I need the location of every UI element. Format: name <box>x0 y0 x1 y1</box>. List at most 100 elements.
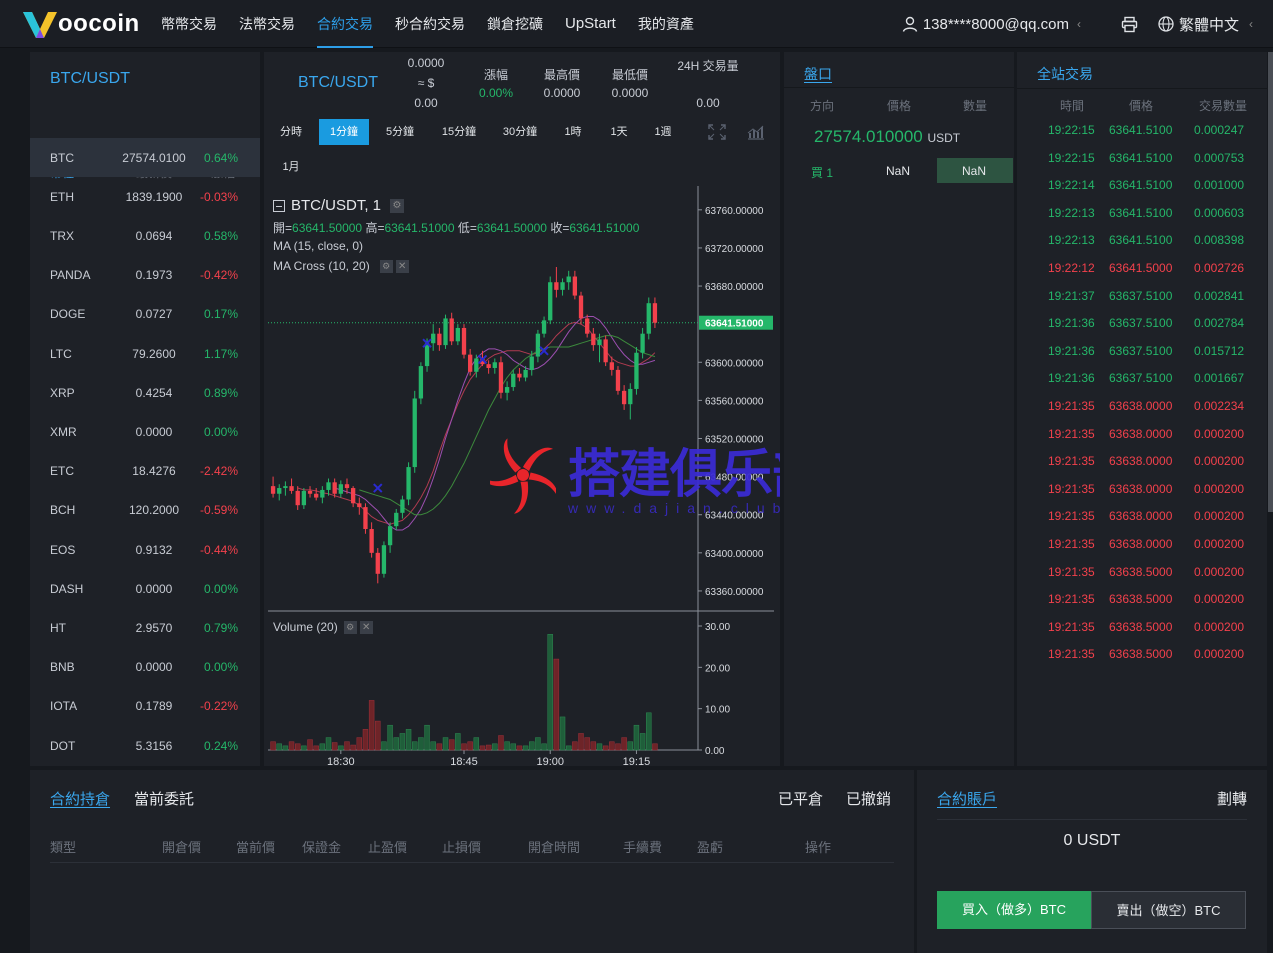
volume-bar <box>492 743 498 751</box>
globe-icon[interactable] <box>1158 16 1174 32</box>
chevron-left-icon[interactable]: ‹ <box>1249 17 1253 31</box>
nav-item[interactable]: 法幣交易 <box>228 0 306 48</box>
market-row[interactable]: IOTA 0.1789 -0.22% <box>30 687 260 726</box>
market-price: 0.1973 <box>135 268 173 283</box>
volume-tick-label: 20.00 <box>705 663 730 674</box>
orderbook-row[interactable]: 買 1 NaN NaN <box>784 158 1014 183</box>
market-price: 0.0000 <box>135 660 173 675</box>
market-row[interactable]: DOGE 0.0727 0.17% <box>30 295 260 334</box>
account-balance: 0 USDT <box>1063 832 1121 849</box>
trade-qty: 0.000603 <box>1194 205 1245 220</box>
market-row[interactable]: BTC 27574.0100 0.64% <box>30 138 260 177</box>
timeframe-button[interactable]: 分時 <box>276 119 306 145</box>
user-email[interactable]: 138****8000@qq.com <box>923 16 1069 33</box>
top-navbar: oocoin 幣幣交易 法幣交易 合約交易 秒合約交易 鎖倉挖礦 UpStart 我的資產 … <box>0 0 1273 48</box>
ticker-price-usdt: 0.0000 <box>407 56 445 70</box>
gear-icon[interactable]: ⚙ <box>379 259 393 273</box>
nav-item[interactable]: 幣幣交易 <box>150 0 228 48</box>
tab-cancelled[interactable]: 已撤銷 <box>846 788 891 809</box>
volume-bar <box>504 741 510 751</box>
candle <box>289 486 294 491</box>
trades-header-price: 價格 <box>1129 99 1154 113</box>
brand-logo[interactable]: oocoin <box>20 6 140 42</box>
timeframe-button[interactable]: 1分鐘 <box>319 119 369 145</box>
market-row[interactable]: ETH 1839.1900 -0.03% <box>30 177 260 216</box>
market-row[interactable]: TRX 0.0694 0.58% <box>30 216 260 255</box>
timeframe-button[interactable]: 1月 <box>276 154 306 180</box>
tab-current-orders[interactable]: 當前委託 <box>134 788 194 809</box>
close-icon[interactable]: ✕ <box>395 259 409 273</box>
ticker-volume: 0.00 <box>696 96 720 110</box>
candle <box>387 526 393 546</box>
candle <box>523 369 528 378</box>
timeframe-button[interactable]: 1天 <box>604 119 634 145</box>
nav-item[interactable]: 秒合約交易 <box>384 0 476 48</box>
tab-positions[interactable]: 合約持倉 <box>50 788 110 809</box>
candle <box>504 387 510 393</box>
market-row[interactable]: ETC 18.4276 -2.42% <box>30 452 260 491</box>
market-row[interactable]: DASH 0.0000 0.00% <box>30 569 260 608</box>
positions-column-header: 開倉價 <box>162 840 202 855</box>
nav-item[interactable]: 合約交易 <box>306 0 384 48</box>
positions-column-header: 止損價 <box>442 840 482 855</box>
sell-short-button[interactable]: 賣出（做空）BTC <box>1091 891 1246 929</box>
gear-icon[interactable]: ⚙ <box>390 198 405 213</box>
trade-qty: 0.002234 <box>1194 399 1245 413</box>
fullscreen-icon[interactable] <box>707 123 727 141</box>
volume-bar <box>436 743 443 751</box>
chevron-left-icon[interactable]: ‹ <box>1077 17 1081 31</box>
market-row[interactable]: PANDA 0.1973 -0.42% <box>30 256 260 295</box>
volume-bar <box>276 743 282 751</box>
market-row[interactable]: HT 2.9570 0.79% <box>30 608 260 647</box>
x-tick-label: 18:45 <box>450 756 478 766</box>
logo-v-icon <box>23 12 57 38</box>
trade-qty: 0.000200 <box>1194 426 1245 441</box>
market-row[interactable]: LTC 79.2600 1.17% <box>30 334 260 373</box>
timeframe-button[interactable]: 15分鐘 <box>434 119 484 145</box>
market-pair: BNB <box>50 660 75 675</box>
market-row[interactable]: BNB 0.0000 0.00% <box>30 648 260 687</box>
trade-row: 19:21:35 63638.0000 0.000200 <box>1017 448 1267 475</box>
market-price: 0.1789 <box>135 699 173 714</box>
candlestick-chart[interactable]: 63760.00000 63720.00000 63680.00000 63600.0… <box>268 186 778 766</box>
nav-item[interactable]: 我的資產 <box>627 0 705 48</box>
nav-item[interactable]: UpStart <box>554 0 627 48</box>
timeframe-button[interactable]: 1週 <box>648 119 678 145</box>
market-row[interactable]: XRP 0.4254 0.89% <box>30 373 260 412</box>
timeframe-button[interactable]: 30分鐘 <box>496 119 544 145</box>
page-scrollbar[interactable] <box>1268 52 1273 512</box>
orderbook-panel: 盤口 方向 價格 數量 27574.010000 USDT 買 1 NaN Na… <box>784 52 1014 766</box>
timeframe-button[interactable]: 1時 <box>558 119 588 145</box>
tab-closed[interactable]: 已平倉 <box>778 788 823 809</box>
volume-bar <box>602 745 609 751</box>
market-pair: DOT <box>50 738 76 753</box>
nav-item[interactable]: 鎖倉挖礦 <box>476 0 554 48</box>
study-ma-cross-label: MA Cross (10, 20) <box>273 259 370 273</box>
market-row[interactable]: DOT 5.3156 0.24% <box>30 726 260 765</box>
language-selector[interactable]: 繁體中文 <box>1179 14 1239 35</box>
ob-header-side: 方向 <box>810 99 835 113</box>
low-label: 低= <box>457 221 477 235</box>
ob-header-price: 價格 <box>887 99 912 113</box>
gear-icon[interactable]: ⚙ <box>343 620 357 634</box>
candle <box>350 488 356 504</box>
orderbook-title[interactable]: 盤口 <box>804 64 832 84</box>
volume-bar <box>609 741 615 751</box>
transfer-link[interactable]: 劃轉 <box>1217 788 1247 809</box>
market-price: 79.2600 <box>132 346 176 361</box>
close-icon[interactable]: ✕ <box>359 620 373 634</box>
candle <box>412 398 417 468</box>
volume-bar <box>553 658 560 751</box>
trade-qty: 0.000200 <box>1194 647 1245 662</box>
account-title[interactable]: 合約賬戶 <box>937 788 997 809</box>
market-row[interactable]: XMR 0.0000 0.00% <box>30 412 260 451</box>
buy-long-button[interactable]: 買入（做多）BTC <box>937 891 1091 929</box>
market-row[interactable]: BCH 120.2000 -0.59% <box>30 491 260 530</box>
volume-bar <box>301 745 307 751</box>
timeframe-button[interactable]: 5分鐘 <box>378 119 422 145</box>
market-row[interactable]: EOS 0.9132 -0.44% <box>30 530 260 569</box>
indicator-chart-icon[interactable] <box>746 123 766 141</box>
collapse-icon[interactable] <box>273 199 285 212</box>
candle <box>511 373 516 388</box>
printer-icon[interactable] <box>1121 16 1138 33</box>
